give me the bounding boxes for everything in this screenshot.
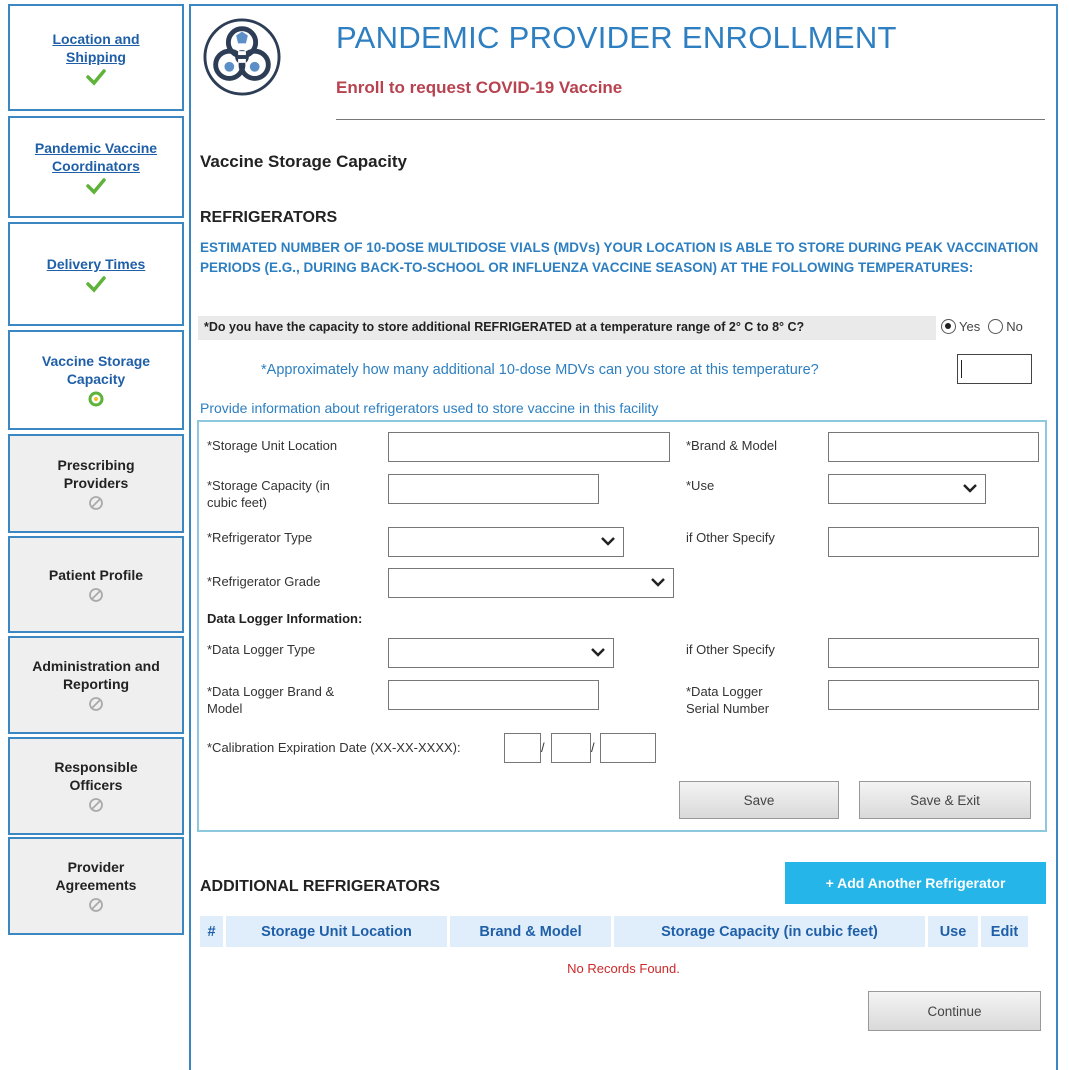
disabled-icon bbox=[89, 898, 103, 912]
chevron-down-icon bbox=[591, 648, 605, 657]
calibration-day-input[interactable] bbox=[551, 733, 591, 763]
sidebar-item-label: Administration and Reporting bbox=[32, 658, 160, 692]
sidebar-item-responsible-officers: Responsible Officers bbox=[8, 737, 184, 835]
sidebar-item-label[interactable]: Location and Shipping bbox=[52, 30, 139, 66]
in-progress-icon bbox=[88, 391, 104, 407]
brand-model-input[interactable] bbox=[828, 432, 1039, 462]
page-title: PANDEMIC PROVIDER ENROLLMENT bbox=[336, 20, 897, 55]
data-logger-serial-input[interactable] bbox=[828, 680, 1039, 710]
brand-model-label: *Brand & Model bbox=[686, 438, 778, 453]
data-logger-brand-label: *Data Logger Brand & Model bbox=[207, 684, 335, 716]
refrigerator-type-label: *Refrigerator Type bbox=[207, 530, 313, 545]
refrigerator-grade-select[interactable] bbox=[388, 568, 674, 598]
sidebar-item-label: Patient Profile bbox=[48, 566, 144, 583]
chevron-down-icon bbox=[963, 484, 977, 493]
column-header[interactable]: Edit bbox=[981, 916, 1028, 947]
capacity-question: *Do you have the capacity to store addit… bbox=[198, 316, 936, 340]
column-header[interactable]: Use bbox=[928, 916, 978, 947]
check-icon bbox=[86, 276, 106, 293]
sidebar-item-label[interactable]: Pandemic Vaccine Coordinators bbox=[35, 139, 157, 175]
data-logger-heading: Data Logger Information: bbox=[207, 611, 363, 626]
sidebar-item-patient-profile: Patient Profile bbox=[8, 536, 184, 633]
no-radio-label: No bbox=[1006, 319, 1023, 334]
use-label: *Use bbox=[686, 478, 715, 493]
data-logger-type-select[interactable] bbox=[388, 638, 614, 668]
calibration-date-label: *Calibration Expiration Date (XX-XX-XXXX… bbox=[207, 740, 461, 755]
refrigerator-other-input[interactable] bbox=[828, 527, 1039, 557]
disabled-icon bbox=[89, 697, 103, 711]
biohazard-logo-icon bbox=[203, 18, 281, 96]
refrigerator-type-select[interactable] bbox=[388, 527, 624, 557]
disabled-icon bbox=[89, 587, 103, 602]
sidebar-item-label: Prescribing Providers bbox=[57, 456, 135, 491]
column-header[interactable]: Brand & Model bbox=[450, 916, 611, 947]
data-logger-type-label: *Data Logger Type bbox=[207, 642, 316, 657]
if-other-label: if Other Specify bbox=[686, 530, 775, 545]
data-logger-brand-input[interactable] bbox=[388, 680, 599, 710]
section-title: Vaccine Storage Capacity bbox=[200, 152, 407, 171]
refrigerators-table-header: # Storage Unit Location Brand & Model St… bbox=[200, 916, 1031, 947]
approx-question: *Approximately how many additional 10-do… bbox=[261, 362, 819, 378]
chevron-down-icon bbox=[601, 537, 615, 546]
sidebar-item-vaccine-coordinators[interactable]: Pandemic Vaccine Coordinators bbox=[8, 116, 184, 218]
column-header[interactable]: # bbox=[200, 916, 223, 947]
calibration-year-input[interactable] bbox=[600, 733, 656, 763]
check-icon bbox=[86, 178, 106, 195]
sidebar-item-administration-reporting: Administration and Reporting bbox=[8, 636, 184, 734]
sidebar-item-label: Vaccine Storage Capacity bbox=[41, 353, 151, 387]
provide-info-text: Provide information about refrigerators … bbox=[200, 400, 659, 416]
estimate-text: ESTIMATED NUMBER OF 10-DOSE MULTIDOSE VI… bbox=[200, 240, 1039, 275]
date-separator: / bbox=[541, 740, 545, 755]
column-header[interactable]: Storage Capacity (in cubic feet) bbox=[614, 916, 925, 947]
save-exit-button[interactable]: Save & Exit bbox=[859, 781, 1031, 819]
approx-mdv-input[interactable] bbox=[957, 354, 1032, 384]
add-refrigerator-button[interactable]: + Add Another Refrigerator bbox=[785, 862, 1046, 904]
sidebar-item-label[interactable]: Delivery Times bbox=[47, 255, 146, 273]
additional-refrigerators-heading: ADDITIONAL REFRIGERATORS bbox=[200, 878, 441, 895]
chevron-down-icon bbox=[651, 578, 665, 587]
continue-button[interactable]: Continue bbox=[868, 991, 1041, 1031]
calibration-month-input[interactable] bbox=[504, 733, 541, 763]
sidebar-item-delivery-times[interactable]: Delivery Times bbox=[8, 222, 184, 326]
no-records-message: No Records Found. bbox=[567, 961, 680, 976]
refrigerator-grade-label: *Refrigerator Grade bbox=[207, 574, 321, 589]
no-radio[interactable] bbox=[988, 319, 1004, 334]
use-select[interactable] bbox=[828, 474, 986, 504]
header-divider bbox=[336, 119, 1045, 120]
if-other-label-2: if Other Specify bbox=[686, 642, 775, 657]
sidebar-item-provider-agreements: Provider Agreements bbox=[8, 837, 184, 935]
check-icon bbox=[86, 68, 106, 86]
capacity-radio-group: Yes No bbox=[941, 319, 1031, 334]
refrigerators-heading: REFRIGERATORS bbox=[200, 209, 338, 226]
yes-radio[interactable] bbox=[941, 319, 956, 334]
data-logger-serial-label: *Data Logger Serial Number bbox=[686, 684, 770, 716]
refrigerator-form: *Storage Unit Location *Brand & Model *S… bbox=[197, 420, 1047, 832]
sidebar-item-label: Provider Agreements bbox=[55, 859, 137, 893]
storage-capacity-input[interactable] bbox=[388, 474, 599, 504]
storage-unit-location-input[interactable] bbox=[388, 432, 670, 462]
text-cursor bbox=[961, 360, 962, 378]
disabled-icon bbox=[89, 495, 103, 510]
column-header[interactable]: Storage Unit Location bbox=[226, 916, 447, 947]
disabled-icon bbox=[89, 798, 103, 812]
sidebar-item-location-shipping[interactable]: Location and Shipping bbox=[8, 4, 184, 111]
sidebar-item-prescribing-providers: Prescribing Providers bbox=[8, 434, 184, 533]
page-subtitle: Enroll to request COVID-19 Vaccine bbox=[336, 78, 623, 97]
save-button[interactable]: Save bbox=[679, 781, 839, 819]
data-logger-other-input[interactable] bbox=[828, 638, 1039, 668]
yes-radio-label: Yes bbox=[959, 319, 981, 334]
sidebar-item-label: Responsible Officers bbox=[54, 759, 138, 793]
sidebar-item-vaccine-storage-capacity[interactable]: Vaccine Storage Capacity bbox=[8, 330, 184, 430]
date-separator: / bbox=[591, 740, 595, 755]
main-panel: PANDEMIC PROVIDER ENROLLMENT Enroll to r… bbox=[189, 4, 1058, 1070]
storage-capacity-label: *Storage Capacity (in cubic feet) bbox=[207, 478, 330, 510]
storage-unit-location-label: *Storage Unit Location bbox=[207, 438, 338, 453]
